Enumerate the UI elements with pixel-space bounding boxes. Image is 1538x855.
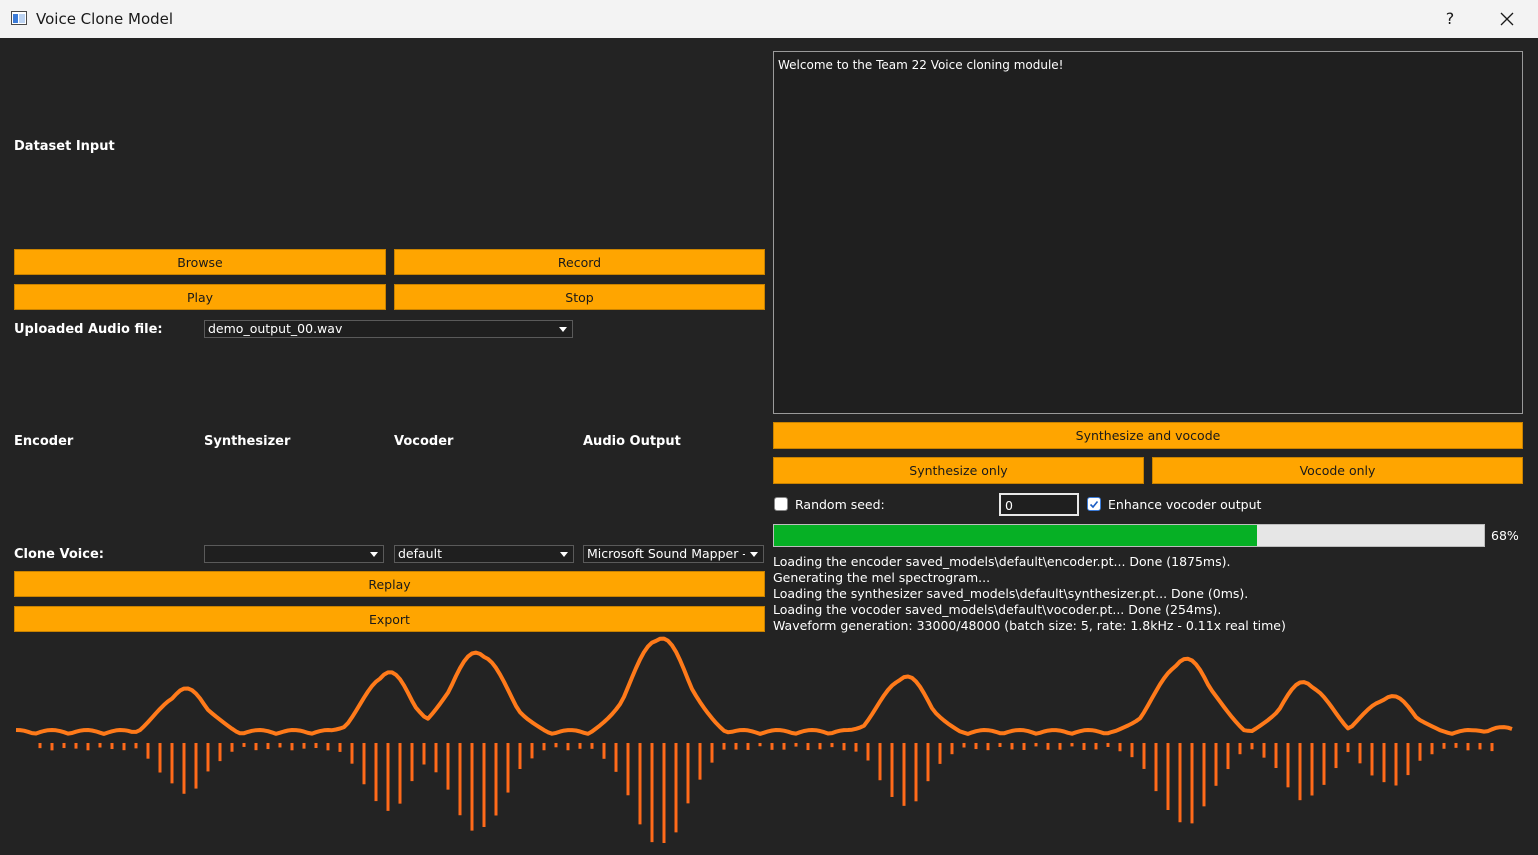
clone-voice-label: Clone Voice: — [14, 547, 104, 562]
close-icon — [1500, 12, 1514, 26]
enhance-vocoder-checkbox[interactable] — [1087, 497, 1101, 511]
uploaded-audio-value: demo_output_00.wav — [208, 321, 343, 336]
uploaded-audio-label: Uploaded Audio file: — [14, 322, 163, 337]
progress-bar — [773, 524, 1485, 547]
synthesize-only-button[interactable]: Synthesize only — [773, 457, 1144, 484]
status-line: Generating the mel spectrogram... — [773, 570, 991, 585]
audio-output-select-value: Microsoft Sound Mapper - Output — [587, 546, 745, 561]
app-icon — [11, 11, 27, 25]
encoder-header: Encoder — [14, 434, 74, 449]
welcome-message: Welcome to the Team 22 Voice cloning mod… — [778, 58, 1064, 72]
enhance-vocoder-label: Enhance vocoder output — [1108, 497, 1262, 512]
vocode-only-button[interactable]: Vocode only — [1152, 457, 1523, 484]
vocoder-header: Vocoder — [394, 434, 454, 449]
title-bar: Voice Clone Model ? — [0, 0, 1538, 39]
vocoder-select[interactable]: default — [394, 545, 574, 563]
chevron-down-icon — [750, 552, 758, 557]
progress-fill — [774, 525, 1257, 546]
main-panel: Dataset Input Browse Record Play Stop Up… — [0, 38, 1538, 855]
waveform-visualization — [15, 636, 1513, 843]
status-line: Loading the vocoder saved_models\default… — [773, 602, 1222, 617]
record-button[interactable]: Record — [394, 249, 765, 275]
random-seed-checkbox[interactable] — [774, 497, 788, 511]
audio-output-header: Audio Output — [583, 434, 681, 449]
status-line: Loading the synthesizer saved_models\def… — [773, 586, 1249, 601]
window-title: Voice Clone Model — [36, 10, 174, 28]
play-button[interactable]: Play — [14, 284, 386, 310]
export-button[interactable]: Export — [14, 606, 765, 632]
synthesizer-select[interactable] — [204, 545, 384, 563]
replay-button[interactable]: Replay — [14, 571, 765, 597]
status-log: Loading the encoder saved_models\default… — [773, 554, 1286, 634]
stop-button[interactable]: Stop — [394, 284, 765, 310]
random-seed-input[interactable]: 0 — [999, 493, 1079, 516]
browse-button[interactable]: Browse — [14, 249, 386, 275]
chevron-down-icon — [370, 552, 378, 557]
progress-percent-label: 68% — [1491, 528, 1519, 543]
audio-output-select[interactable]: Microsoft Sound Mapper - Output — [583, 545, 764, 563]
chevron-down-icon — [560, 552, 568, 557]
random-seed-label: Random seed: — [795, 497, 885, 512]
close-button[interactable] — [1487, 0, 1527, 38]
dataset-input-label: Dataset Input — [14, 139, 115, 154]
check-icon — [1089, 500, 1099, 509]
log-textbox[interactable]: Welcome to the Team 22 Voice cloning mod… — [773, 51, 1523, 414]
status-line: Waveform generation: 33000/48000 (batch … — [773, 618, 1286, 633]
status-line: Loading the encoder saved_models\default… — [773, 554, 1231, 569]
uploaded-audio-select[interactable]: demo_output_00.wav — [204, 320, 573, 338]
vocoder-select-value: default — [398, 546, 442, 561]
synthesizer-header: Synthesizer — [204, 434, 291, 449]
chevron-down-icon — [559, 327, 567, 332]
synthesize-and-vocode-button[interactable]: Synthesize and vocode — [773, 422, 1523, 449]
help-button[interactable]: ? — [1430, 0, 1470, 38]
